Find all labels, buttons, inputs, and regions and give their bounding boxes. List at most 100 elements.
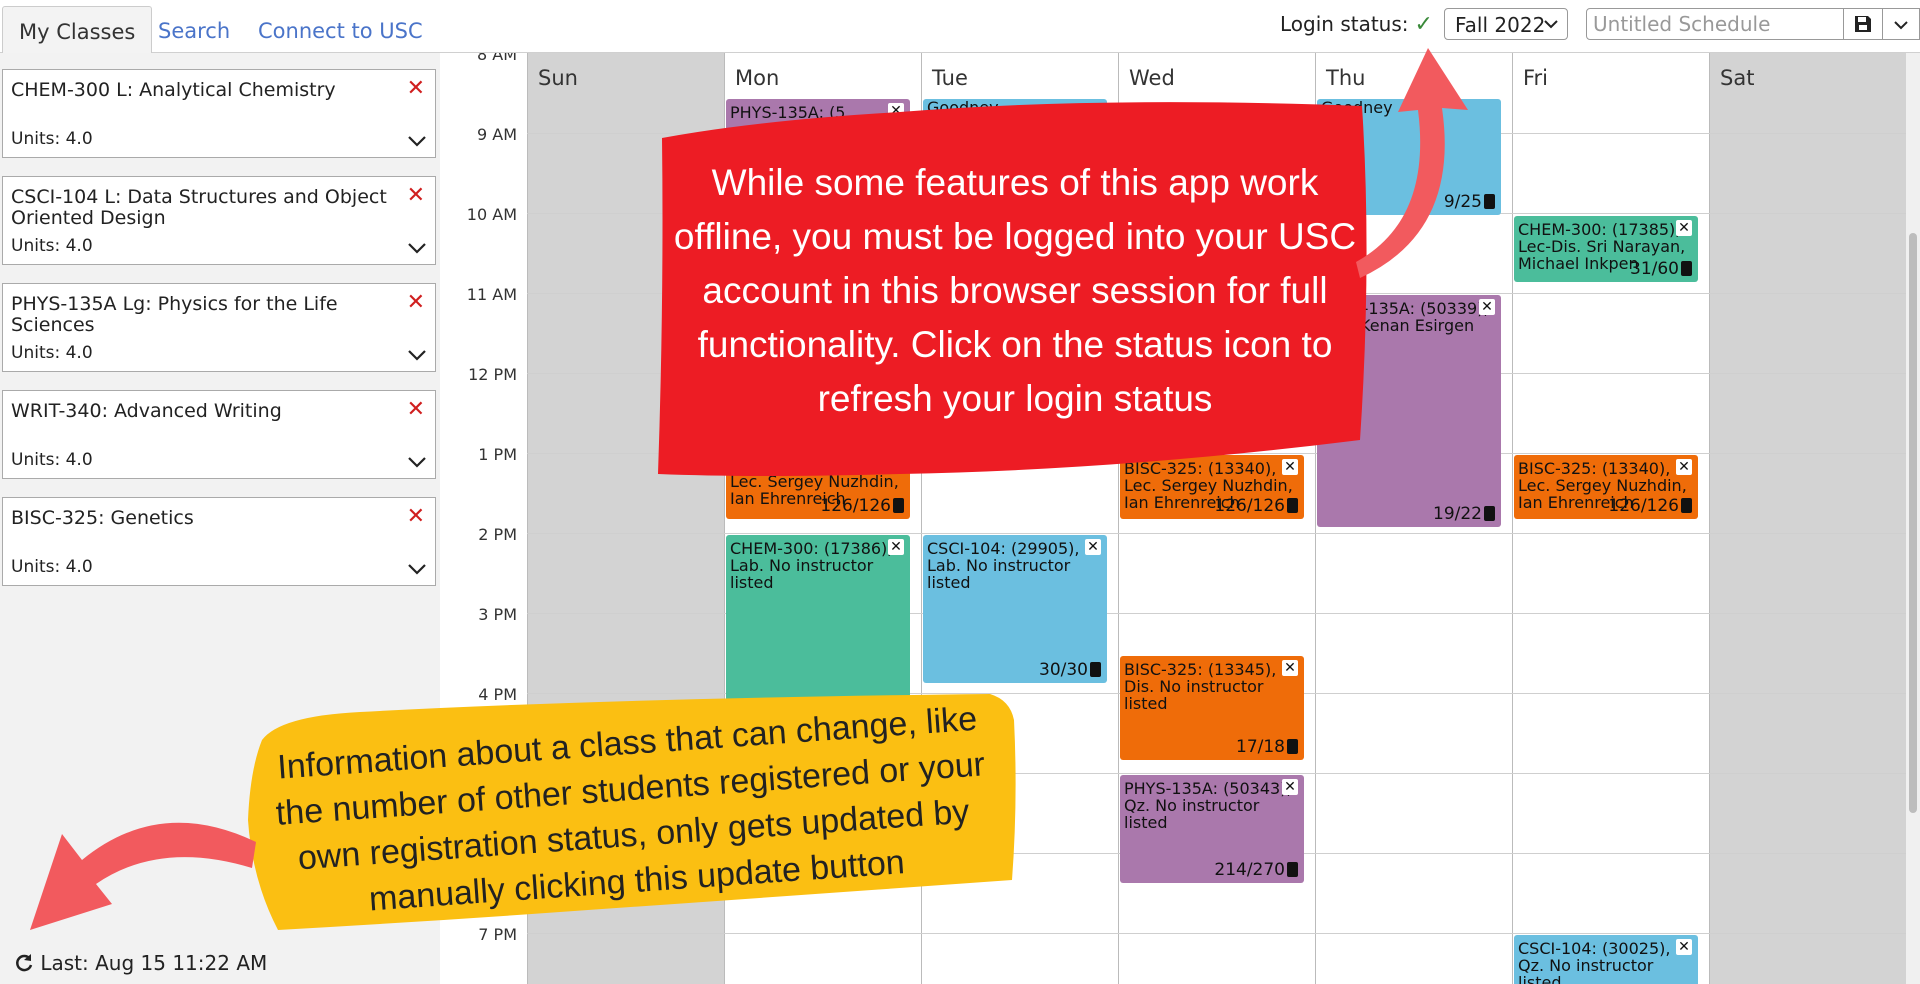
term-select[interactable]: Fall 2022 (1444, 8, 1568, 40)
close-icon[interactable]: ✕ (1282, 779, 1298, 795)
course-units: Units: 4.0 (11, 343, 93, 363)
schedule-menu-button[interactable] (1883, 8, 1920, 40)
course-name: WRIT-340: Advanced Writing (11, 400, 282, 422)
class-event[interactable]: CHEM-300: (17386), Lab. No instructor li… (726, 535, 910, 705)
day-column-sat: Sat (1709, 53, 1906, 984)
seat-count-value: 19/22 (1433, 504, 1482, 524)
tab-search[interactable]: Search (142, 6, 246, 52)
login-status: Login status: ✓ (1280, 12, 1433, 37)
remove-course-icon[interactable]: ✕ (407, 183, 425, 208)
hour-line (527, 133, 1906, 134)
class-event[interactable]: PHYS-135A: (50343), Qz. No instructor li… (1120, 775, 1304, 883)
event-label: Goodney (1321, 99, 1393, 117)
clipboard-icon (1090, 662, 1101, 677)
close-icon[interactable]: ✕ (1282, 459, 1298, 475)
day-header: Sun (538, 66, 578, 90)
event-label: CSCI-104: (29905), Lab. No instructor li… (927, 539, 1080, 592)
tab-my-classes[interactable]: My Classes (2, 6, 153, 53)
tab-connect-to-usc[interactable]: Connect to USC (242, 6, 439, 52)
course-card[interactable]: CSCI-104 L: Data Structures and Object O… (2, 176, 436, 265)
close-icon[interactable]: ✕ (1676, 220, 1692, 236)
class-event[interactable]: BISC-325: (13340), Lec. Sergey Nuzhdin, … (1514, 455, 1698, 519)
day-header: Wed (1129, 66, 1175, 90)
seat-count: 19/22 (1433, 506, 1495, 523)
update-button[interactable]: Last: Aug 15 11:22 AM (14, 951, 267, 975)
close-icon[interactable]: ✕ (1479, 299, 1495, 315)
seat-count: 126/126 (820, 498, 904, 515)
course-name: PHYS-135A Lg: Physics for the Life Scien… (11, 293, 338, 336)
expand-course-icon[interactable] (407, 450, 427, 474)
close-icon[interactable]: ✕ (888, 103, 904, 119)
course-name: CSCI-104 L: Data Structures and Object O… (11, 186, 387, 229)
course-units: Units: 4.0 (11, 557, 93, 577)
event-label: PHYS-135A: (5 (730, 103, 846, 122)
seat-count-value: 126/126 (1608, 496, 1679, 516)
class-event[interactable]: CSCI-104: (29905), Lab. No instructor li… (923, 535, 1107, 683)
clipboard-icon (1287, 862, 1298, 877)
scrollbar-thumb[interactable] (1909, 233, 1917, 813)
course-units: Units: 4.0 (11, 236, 93, 256)
time-label: 10 AM (466, 205, 517, 224)
class-event[interactable]: PHYS-135A: (5 ✕ (726, 99, 910, 131)
last-update-label: Last: Aug 15 11:22 AM (40, 951, 268, 975)
class-event[interactable]: Goodney (923, 99, 1107, 121)
class-event[interactable]: Lec. Sergey Nuzhdin, Ian Ehrenreich 126/… (726, 455, 910, 519)
time-label: 1 PM (478, 445, 517, 464)
remove-course-icon[interactable]: ✕ (407, 504, 425, 529)
term-value: Fall 2022 (1455, 13, 1546, 37)
seat-count: 126/126 (1608, 498, 1692, 515)
class-event[interactable]: BISC-325: (13340), Lec. Sergey Nuzhdin, … (1120, 455, 1304, 519)
event-label: CSCI-104: (30025), Qz. No instructor lis… (1518, 939, 1671, 984)
time-label: 3 PM (478, 605, 517, 624)
event-label: BISC-325: (13345), Dis. No instructor li… (1124, 660, 1277, 713)
day-header: Sat (1720, 66, 1755, 90)
day-header: Mon (735, 66, 780, 90)
chevron-down-icon (1894, 21, 1908, 30)
course-units: Units: 4.0 (11, 450, 93, 470)
event-label: PHYS-135A: (50343), Qz. No instructor li… (1124, 779, 1292, 832)
schedule-name-input[interactable] (1586, 8, 1844, 40)
expand-course-icon[interactable] (407, 236, 427, 260)
expand-course-icon[interactable] (407, 129, 427, 153)
clipboard-icon (1681, 498, 1692, 513)
close-icon[interactable]: ✕ (888, 539, 904, 555)
course-card[interactable]: PHYS-135A Lg: Physics for the Life Scien… (2, 283, 436, 372)
seat-count: 30/30 (1039, 662, 1101, 679)
day-header: Thu (1326, 66, 1366, 90)
close-icon[interactable]: ✕ (1085, 539, 1101, 555)
save-icon (1855, 16, 1871, 32)
close-icon[interactable]: ✕ (1676, 939, 1692, 955)
class-event[interactable]: CHEM-300: (17385), Lec-Dis. Sri Narayan,… (1514, 216, 1698, 282)
course-card[interactable]: CHEM-300 L: Analytical Chemistry ✕ Units… (2, 69, 436, 158)
hour-line (527, 453, 1906, 454)
class-event[interactable]: CSCI-104: (30025), Qz. No instructor lis… (1514, 935, 1698, 984)
seat-count-value: 30/30 (1039, 660, 1088, 680)
clipboard-icon (893, 498, 904, 513)
seat-count: 17/18 (1236, 739, 1298, 756)
chevron-down-icon (1543, 9, 1559, 41)
scrollbar[interactable] (1906, 53, 1920, 984)
hour-line (527, 933, 1906, 934)
expand-course-icon[interactable] (407, 343, 427, 367)
seat-count: 31/60 (1630, 261, 1692, 278)
seat-count-value: 126/126 (820, 496, 891, 516)
seat-count: 126/126 (1214, 498, 1298, 515)
close-icon[interactable]: ✕ (1676, 459, 1692, 475)
remove-course-icon[interactable]: ✕ (407, 397, 425, 422)
time-label: 12 PM (468, 365, 517, 384)
course-card[interactable]: BISC-325: Genetics ✕ Units: 4.0 (2, 497, 436, 586)
remove-course-icon[interactable]: ✕ (407, 290, 425, 315)
course-card[interactable]: WRIT-340: Advanced Writing ✕ Units: 4.0 (2, 390, 436, 479)
close-icon[interactable]: ✕ (1282, 660, 1298, 676)
seat-count-value: 214/270 (1214, 860, 1285, 880)
expand-course-icon[interactable] (407, 557, 427, 581)
class-event[interactable]: BISC-325: (13345), Dis. No instructor li… (1120, 656, 1304, 760)
refresh-icon (16, 954, 33, 972)
remove-course-icon[interactable]: ✕ (407, 76, 425, 101)
top-bar: My Classes Search Connect to USC Login s… (0, 0, 1920, 53)
time-label: 7 PM (478, 925, 517, 944)
course-name: BISC-325: Genetics (11, 507, 194, 529)
login-info-note: While some features of this app work off… (673, 162, 1357, 419)
check-icon[interactable]: ✓ (1415, 12, 1433, 37)
save-button[interactable] (1843, 8, 1883, 40)
